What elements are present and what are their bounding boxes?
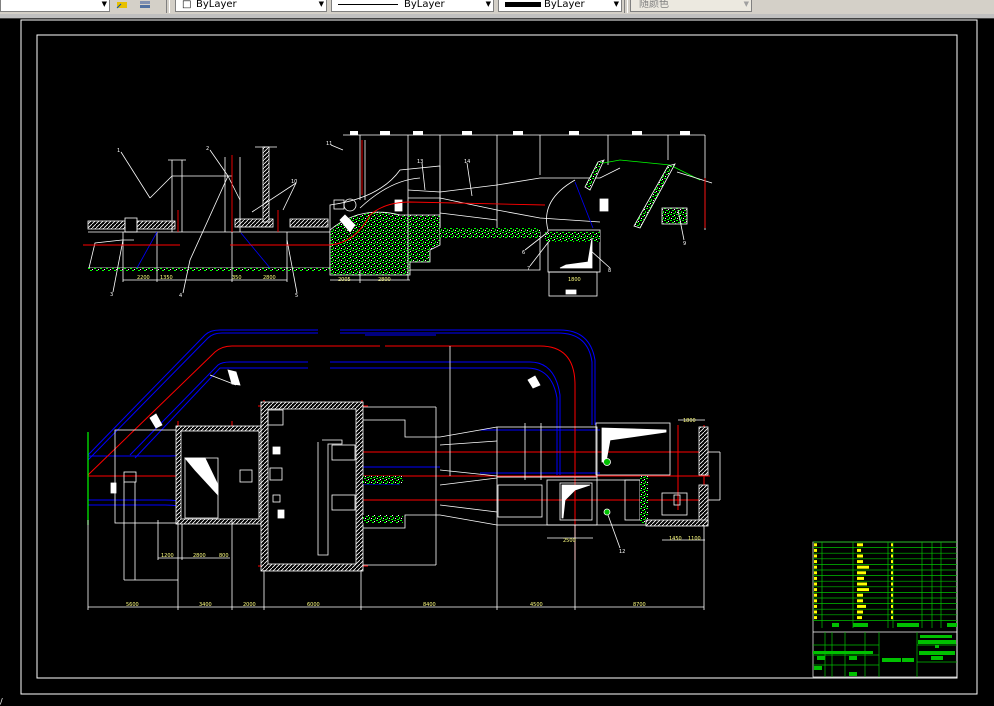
dimension-label: 1200 (161, 553, 174, 559)
callout-label: 2 (206, 146, 209, 152)
title-block-text-mark (814, 616, 817, 620)
title-block-text-mark (814, 543, 817, 547)
callout-label: 1 (117, 148, 120, 154)
title-block-text-mark (857, 610, 863, 614)
callout-label: 14 (464, 159, 470, 165)
title-block-text-mark (891, 560, 893, 564)
dimension-label: 2800 (193, 553, 206, 559)
title-block-text-mark (891, 610, 893, 614)
title-block-text-mark (814, 576, 817, 580)
title-block-text-mark (814, 604, 817, 608)
title-block-text-mark (891, 582, 893, 586)
title-block-text-mark (814, 560, 817, 564)
dimension-label: 2500 (563, 538, 576, 544)
title-block-text-mark (891, 554, 893, 558)
cad-drawing: 1 2 10 11 3 4 5 13 14 6 7 8 9 2200 1350 … (20, 19, 978, 695)
dimension-label: 2005 (338, 277, 351, 283)
callout-label: 11 (326, 141, 332, 147)
elevation-view (87, 131, 713, 297)
dimension-label: 1800 (683, 418, 696, 424)
dimension-label: 2200 (137, 275, 150, 281)
callout-label: 10 (291, 179, 297, 185)
title-block-text-mark (891, 548, 893, 552)
callout-label: 12 (619, 549, 625, 555)
title-block-text-mark (814, 571, 817, 575)
callout-label: 13 (417, 159, 423, 165)
dimension-label: 1800 (568, 277, 581, 283)
plan-structure (87, 346, 721, 610)
outer-frame (20, 19, 978, 695)
callout-label: 8 (608, 268, 611, 274)
title-block-text-mark (814, 588, 817, 592)
title-block-text-mark (891, 616, 893, 620)
dimension-label: 6000 (307, 602, 320, 608)
title-block-text-mark (857, 599, 863, 603)
title-block-text-mark (857, 560, 863, 564)
dimension-label: 3400 (199, 602, 212, 608)
callout-label: 6 (522, 250, 525, 256)
title-block-text-mark (857, 604, 866, 608)
title-block-text-mark (891, 593, 893, 597)
callout-label: 4 (179, 293, 182, 299)
dimension-label: 4500 (530, 602, 543, 608)
title-block-text-mark (891, 565, 893, 569)
title-block-text-mark (891, 543, 893, 547)
title-block-text-mark (814, 610, 817, 614)
dimension-label: 5600 (126, 602, 139, 608)
title-block-text-mark (857, 565, 869, 569)
title-block-text-mark (814, 599, 817, 603)
callout-label: 3 (110, 292, 113, 298)
title-block-text-mark (814, 582, 817, 586)
callout-label: 5 (295, 293, 298, 299)
title-block-text-mark (857, 548, 861, 552)
title-block-text-mark (814, 593, 817, 597)
dimension-label: 8700 (633, 602, 646, 608)
title-block (812, 541, 958, 678)
title-block-text-mark (857, 616, 862, 620)
dimension-label: 800 (219, 553, 229, 559)
title-block-text-mark (857, 593, 863, 597)
callout-label: 9 (683, 241, 686, 247)
title-block-text-mark (857, 543, 863, 547)
dimension-label: 1450 (669, 536, 682, 542)
title-block-text-mark (891, 576, 893, 580)
dimension-label: 8400 (423, 602, 436, 608)
title-block-text-mark (891, 571, 893, 575)
title-block-text-mark (814, 554, 817, 558)
dimension-label: 1350 (160, 275, 173, 281)
dimension-label: 2000 (243, 602, 256, 608)
dimension-label: 2800 (378, 277, 391, 283)
callout-label: 7 (527, 266, 530, 272)
title-block-text-mark (857, 588, 869, 592)
title-block-text-mark (891, 604, 893, 608)
dimension-label: 2800 (263, 275, 276, 281)
title-block-text-mark (857, 582, 867, 586)
title-block-text-mark (857, 576, 864, 580)
title-block-text-mark (814, 565, 817, 569)
dimension-label: 1100 (688, 536, 701, 542)
title-block-text-mark (857, 571, 866, 575)
title-block-text-mark (814, 548, 817, 552)
dimension-label: 350 (232, 275, 242, 281)
title-block-text-mark (857, 554, 863, 558)
title-block-text-mark (891, 599, 893, 603)
title-block-text-mark (891, 588, 893, 592)
